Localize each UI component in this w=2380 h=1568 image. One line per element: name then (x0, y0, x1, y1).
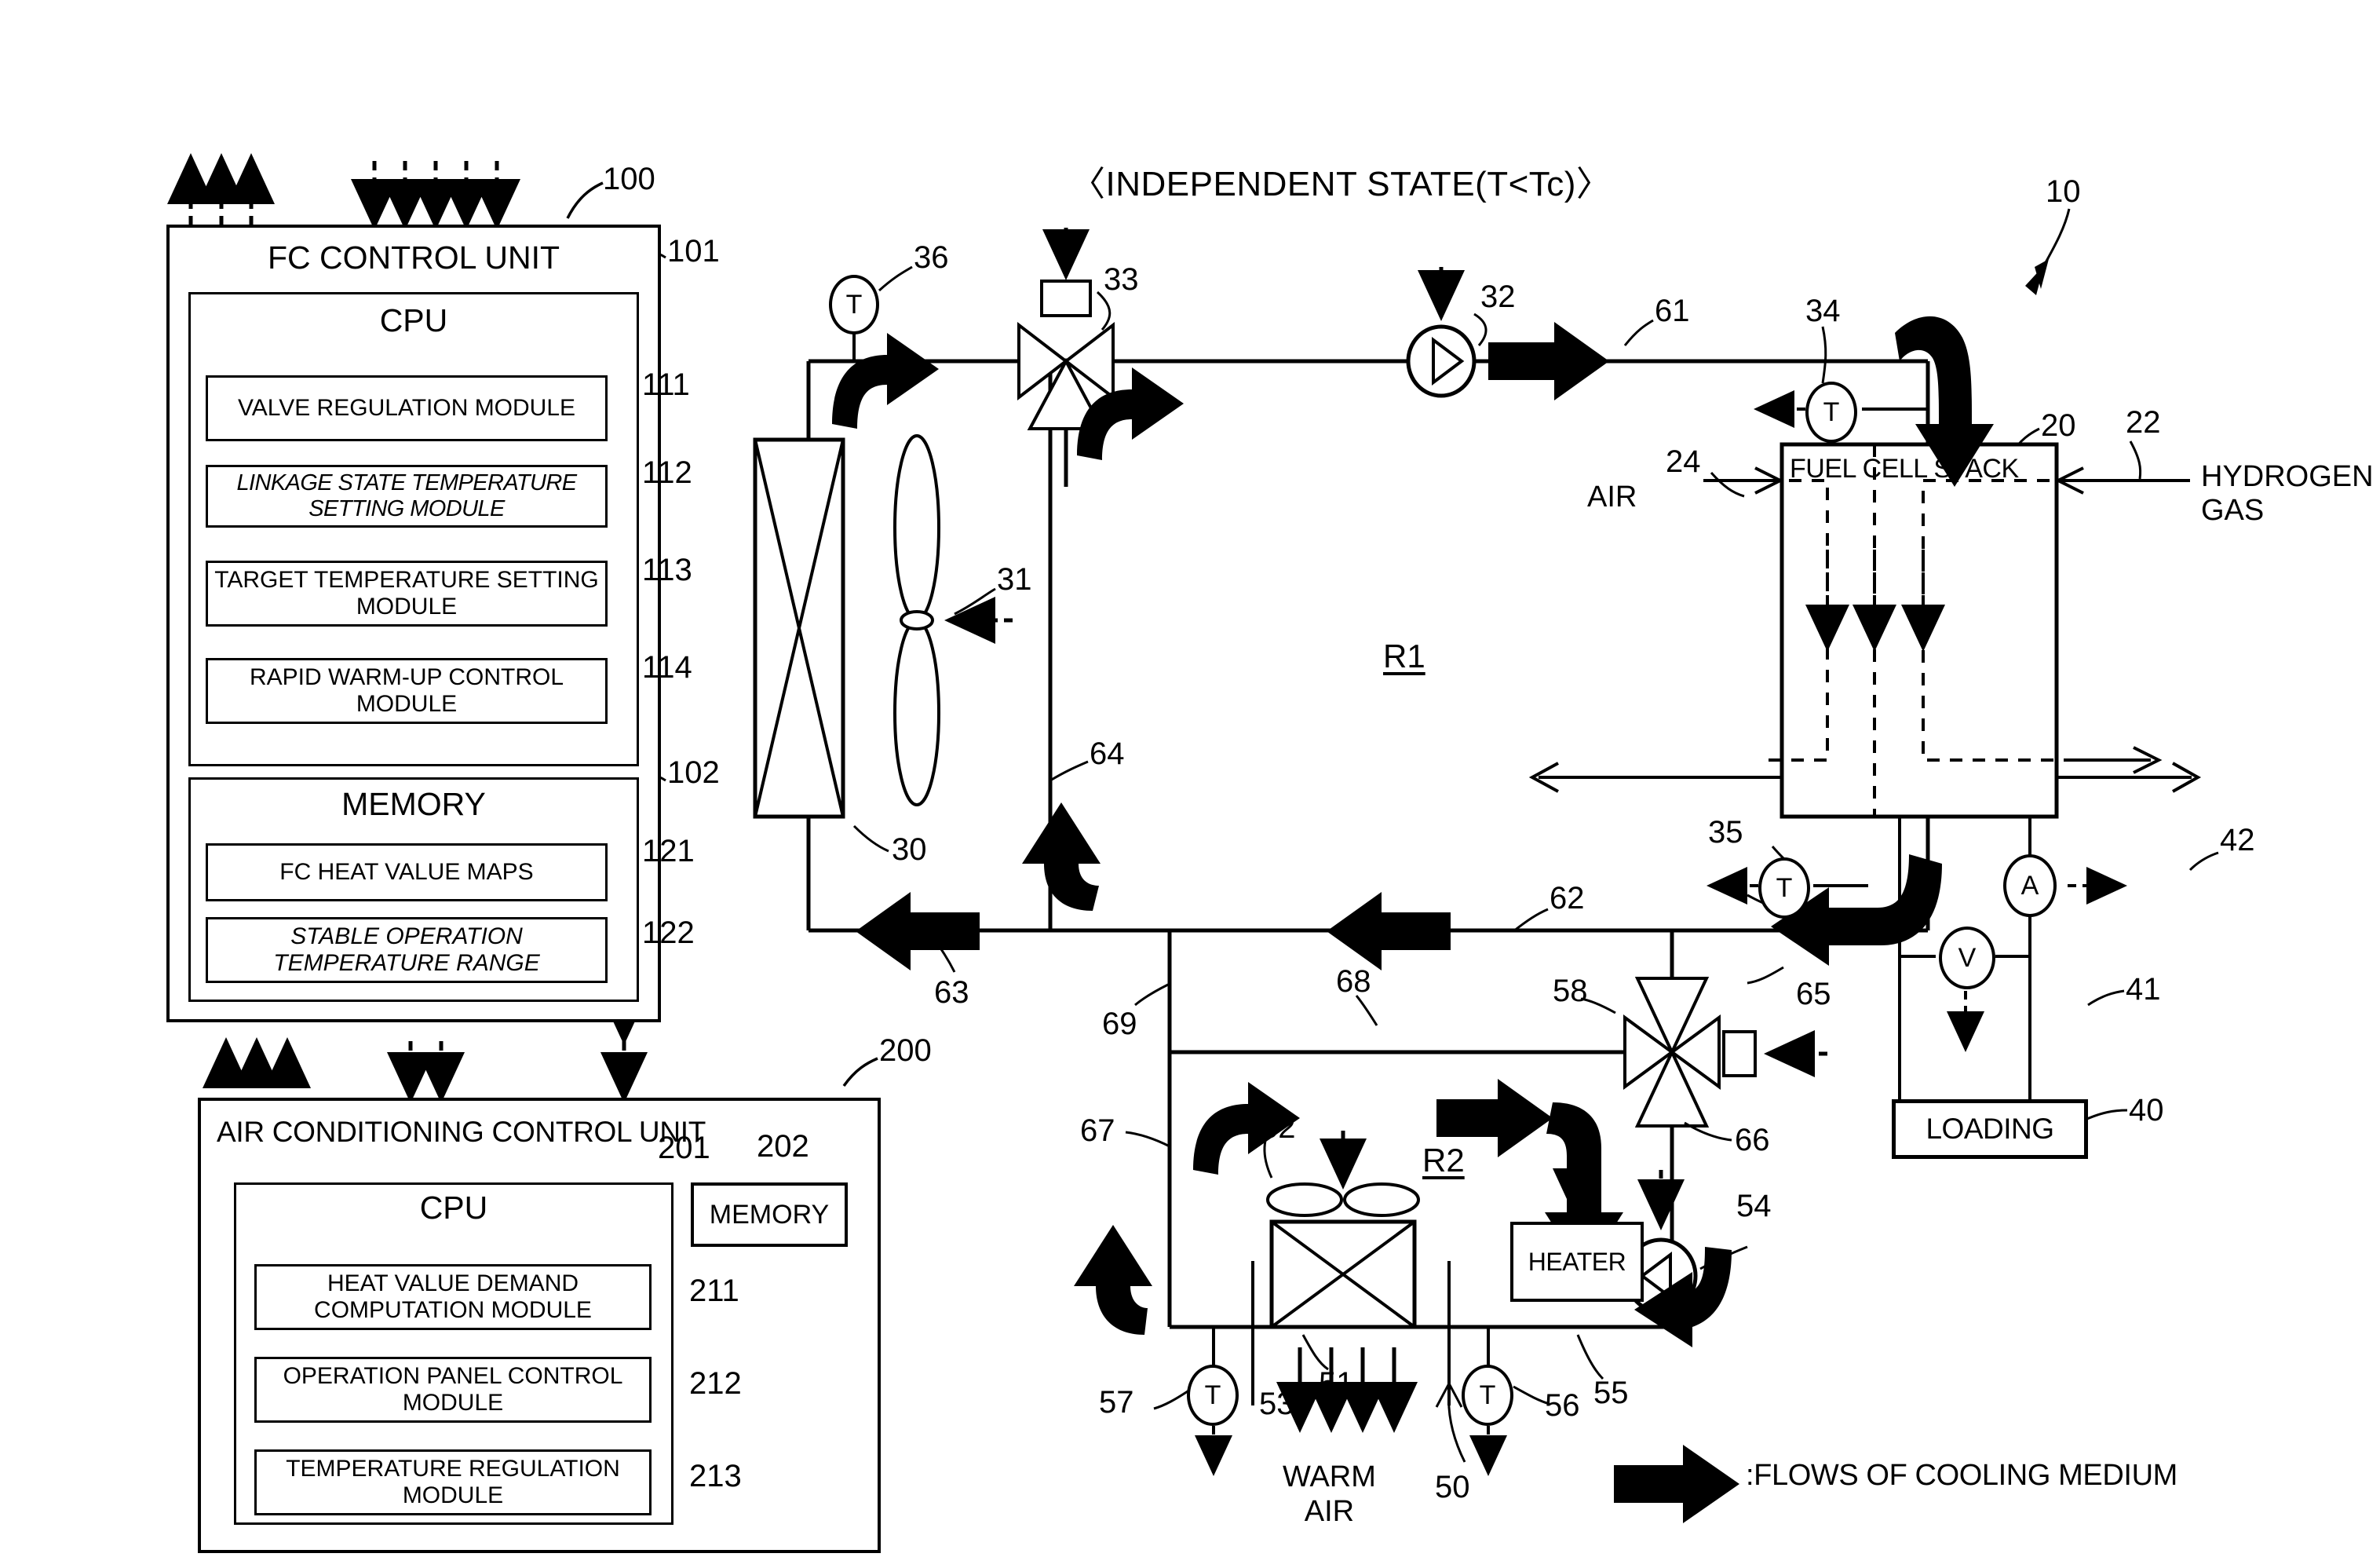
module-temperature-regulation: TEMPERATURE REGULATION MODULE (254, 1449, 652, 1515)
sensor-symbol: T (1776, 872, 1793, 903)
heat-exchanger-51-ref: 51 (1319, 1366, 1354, 1401)
memory-stable-operation-range-label: STABLE OPERATION TEMPERATURE RANGE (273, 923, 540, 976)
circuit-r1-label: R1 (1383, 638, 1425, 674)
sensor-symbol: T (1204, 1380, 1221, 1410)
circuit-r2-label: R2 (1422, 1142, 1465, 1179)
ac-memory-title: MEMORY (709, 1199, 830, 1230)
memory-fc-heat-value-maps-ref: 121 (642, 834, 695, 868)
ac-memory-box: MEMORY (691, 1182, 848, 1247)
loading-box: LOADING (1892, 1099, 2088, 1159)
sensor-symbol: T (1823, 397, 1840, 427)
module-temperature-regulation-label: TEMPERATURE REGULATION MODULE (286, 1455, 620, 1508)
sensor-57-ref: 57 (1099, 1385, 1134, 1420)
pipe-66-ref: 66 (1735, 1123, 1770, 1157)
ac-unit-title: AIR CONDITIONING CONTROL UNIT (217, 1116, 706, 1148)
module-target-temperature: TARGET TEMPERATURE SETTING MODULE (206, 561, 608, 627)
temperature-sensor-35: T (1758, 857, 1810, 919)
hydrogen-gas-label: HYDROGEN GAS (2201, 460, 2374, 528)
fc-memory-title: MEMORY (341, 786, 486, 822)
module-heat-value-demand: HEAT VALUE DEMAND COMPUTATION MODULE (254, 1264, 652, 1330)
pipe-61-ref: 61 (1655, 294, 1690, 328)
voltmeter: V (1939, 927, 1995, 989)
pump-54-ref: 54 (1736, 1189, 1772, 1223)
loading-ref: 40 (2129, 1093, 2164, 1128)
module-linkage-state-temperature: LINKAGE STATE TEMPERATURE SETTING MODULE (206, 465, 608, 528)
ac-unit-ref: 200 (879, 1033, 932, 1068)
temperature-sensor-56: T (1462, 1365, 1513, 1426)
memory-fc-heat-value-maps: FC HEAT VALUE MAPS (206, 843, 608, 901)
module-linkage-state-temperature-label: LINKAGE STATE TEMPERATURE SETTING MODULE (236, 470, 578, 521)
module-valve-regulation-ref: 111 (642, 367, 690, 402)
pump-32-ref: 32 (1480, 280, 1516, 314)
temperature-sensor-36: T (829, 275, 879, 334)
module-rapid-warm-up-label: RAPID WARM-UP CONTROL MODULE (249, 663, 564, 717)
pipe-68-ref: 68 (1336, 964, 1371, 999)
module-operation-panel-label: OPERATION PANEL CONTROL MODULE (283, 1362, 623, 1416)
pipe-67-ref: 67 (1080, 1113, 1115, 1148)
air-ref: 24 (1666, 444, 1701, 479)
pipe-69-ref: 69 (1102, 1007, 1137, 1041)
module-operation-panel: OPERATION PANEL CONTROL MODULE (254, 1357, 652, 1423)
voltmeter-ref: 41 (2126, 972, 2161, 1007)
voltmeter-symbol: V (1958, 942, 1977, 973)
pipe-62-ref: 62 (1550, 881, 1585, 916)
module-valve-regulation: VALVE REGULATION MODULE (206, 375, 608, 441)
sensor-symbol: T (845, 289, 863, 320)
patent-figure: 〈INDEPENDENT STATE(T<Tc)〉 10 FC CONTROL … (0, 0, 2380, 1568)
module-temperature-regulation-ref: 213 (689, 1459, 742, 1493)
heater-55-ref: 55 (1593, 1376, 1629, 1410)
sensor-56-ref: 56 (1545, 1388, 1580, 1423)
fc-control-unit-title: FC CONTROL UNIT (267, 239, 560, 276)
valve-33-ref: 33 (1104, 262, 1139, 297)
ammeter: A (2003, 854, 2057, 917)
system-ref: 10 (2046, 174, 2081, 209)
figure-title: 〈INDEPENDENT STATE(T<Tc)〉 (1071, 165, 1612, 203)
sensor-36-ref: 36 (914, 240, 949, 275)
loading-label: LOADING (1926, 1113, 2054, 1145)
memory-stable-operation-range-ref: 122 (642, 916, 695, 950)
temperature-sensor-57: T (1187, 1365, 1239, 1426)
hydrogen-ref: 22 (2126, 405, 2161, 440)
pipe-65-ref: 65 (1796, 977, 1831, 1011)
module-valve-regulation-label: VALVE REGULATION MODULE (237, 394, 576, 421)
memory-stable-operation-range: STABLE OPERATION TEMPERATURE RANGE (206, 917, 608, 983)
fc-cpu-title: CPU (379, 302, 448, 338)
module-heat-value-demand-ref: 211 (689, 1274, 739, 1308)
ammeter-ref: 42 (2220, 823, 2255, 857)
memory-fc-heat-value-maps-label: FC HEAT VALUE MAPS (279, 858, 534, 885)
temperature-sensor-34: T (1805, 382, 1857, 443)
pipe-64-ref: 64 (1090, 736, 1125, 771)
air-conditioner-50-ref: 50 (1435, 1470, 1470, 1504)
fuel-cell-stack-label: FUEL CELL STACK (1790, 454, 2019, 484)
warm-air-label: WARM AIR (1283, 1460, 1376, 1528)
legend-text: :FLOWS OF COOLING MEDIUM (1746, 1459, 2177, 1492)
module-rapid-warm-up-ref: 114 (642, 650, 692, 685)
ac-memory-ref: 202 (757, 1129, 809, 1164)
module-target-temperature-ref: 113 (642, 553, 692, 587)
pipe-63-ref: 63 (934, 975, 969, 1010)
module-linkage-state-temperature-ref: 112 (642, 455, 692, 490)
valve-58-ref: 58 (1553, 974, 1588, 1008)
sensor-symbol: T (1479, 1380, 1496, 1410)
heater-box: HEATER (1510, 1222, 1644, 1302)
ac-cpu-ref: 201 (658, 1131, 710, 1165)
fc-cpu-ref: 101 (667, 234, 720, 269)
fuel-cell-stack-ref: 20 (2041, 408, 2076, 443)
warm-air-53-ref: 53 (1259, 1387, 1294, 1421)
sensor-34-ref: 34 (1805, 294, 1841, 328)
ac-cpu-title: CPU (419, 1190, 488, 1226)
fan-52-ref: 52 (1261, 1110, 1296, 1145)
module-rapid-warm-up: RAPID WARM-UP CONTROL MODULE (206, 658, 608, 724)
module-target-temperature-label: TARGET TEMPERATURE SETTING MODULE (214, 566, 599, 620)
radiator-30-ref: 30 (892, 832, 927, 867)
air-label: AIR (1587, 481, 1637, 514)
fan-31-ref: 31 (997, 562, 1032, 597)
module-heat-value-demand-label: HEAT VALUE DEMAND COMPUTATION MODULE (314, 1270, 592, 1323)
fc-control-unit-ref: 100 (603, 162, 655, 196)
module-operation-panel-ref: 212 (689, 1366, 742, 1401)
ammeter-symbol: A (2020, 870, 2039, 901)
heater-label: HEATER (1528, 1247, 1626, 1276)
sensor-35-ref: 35 (1708, 815, 1743, 850)
fc-memory-ref: 102 (667, 755, 720, 790)
